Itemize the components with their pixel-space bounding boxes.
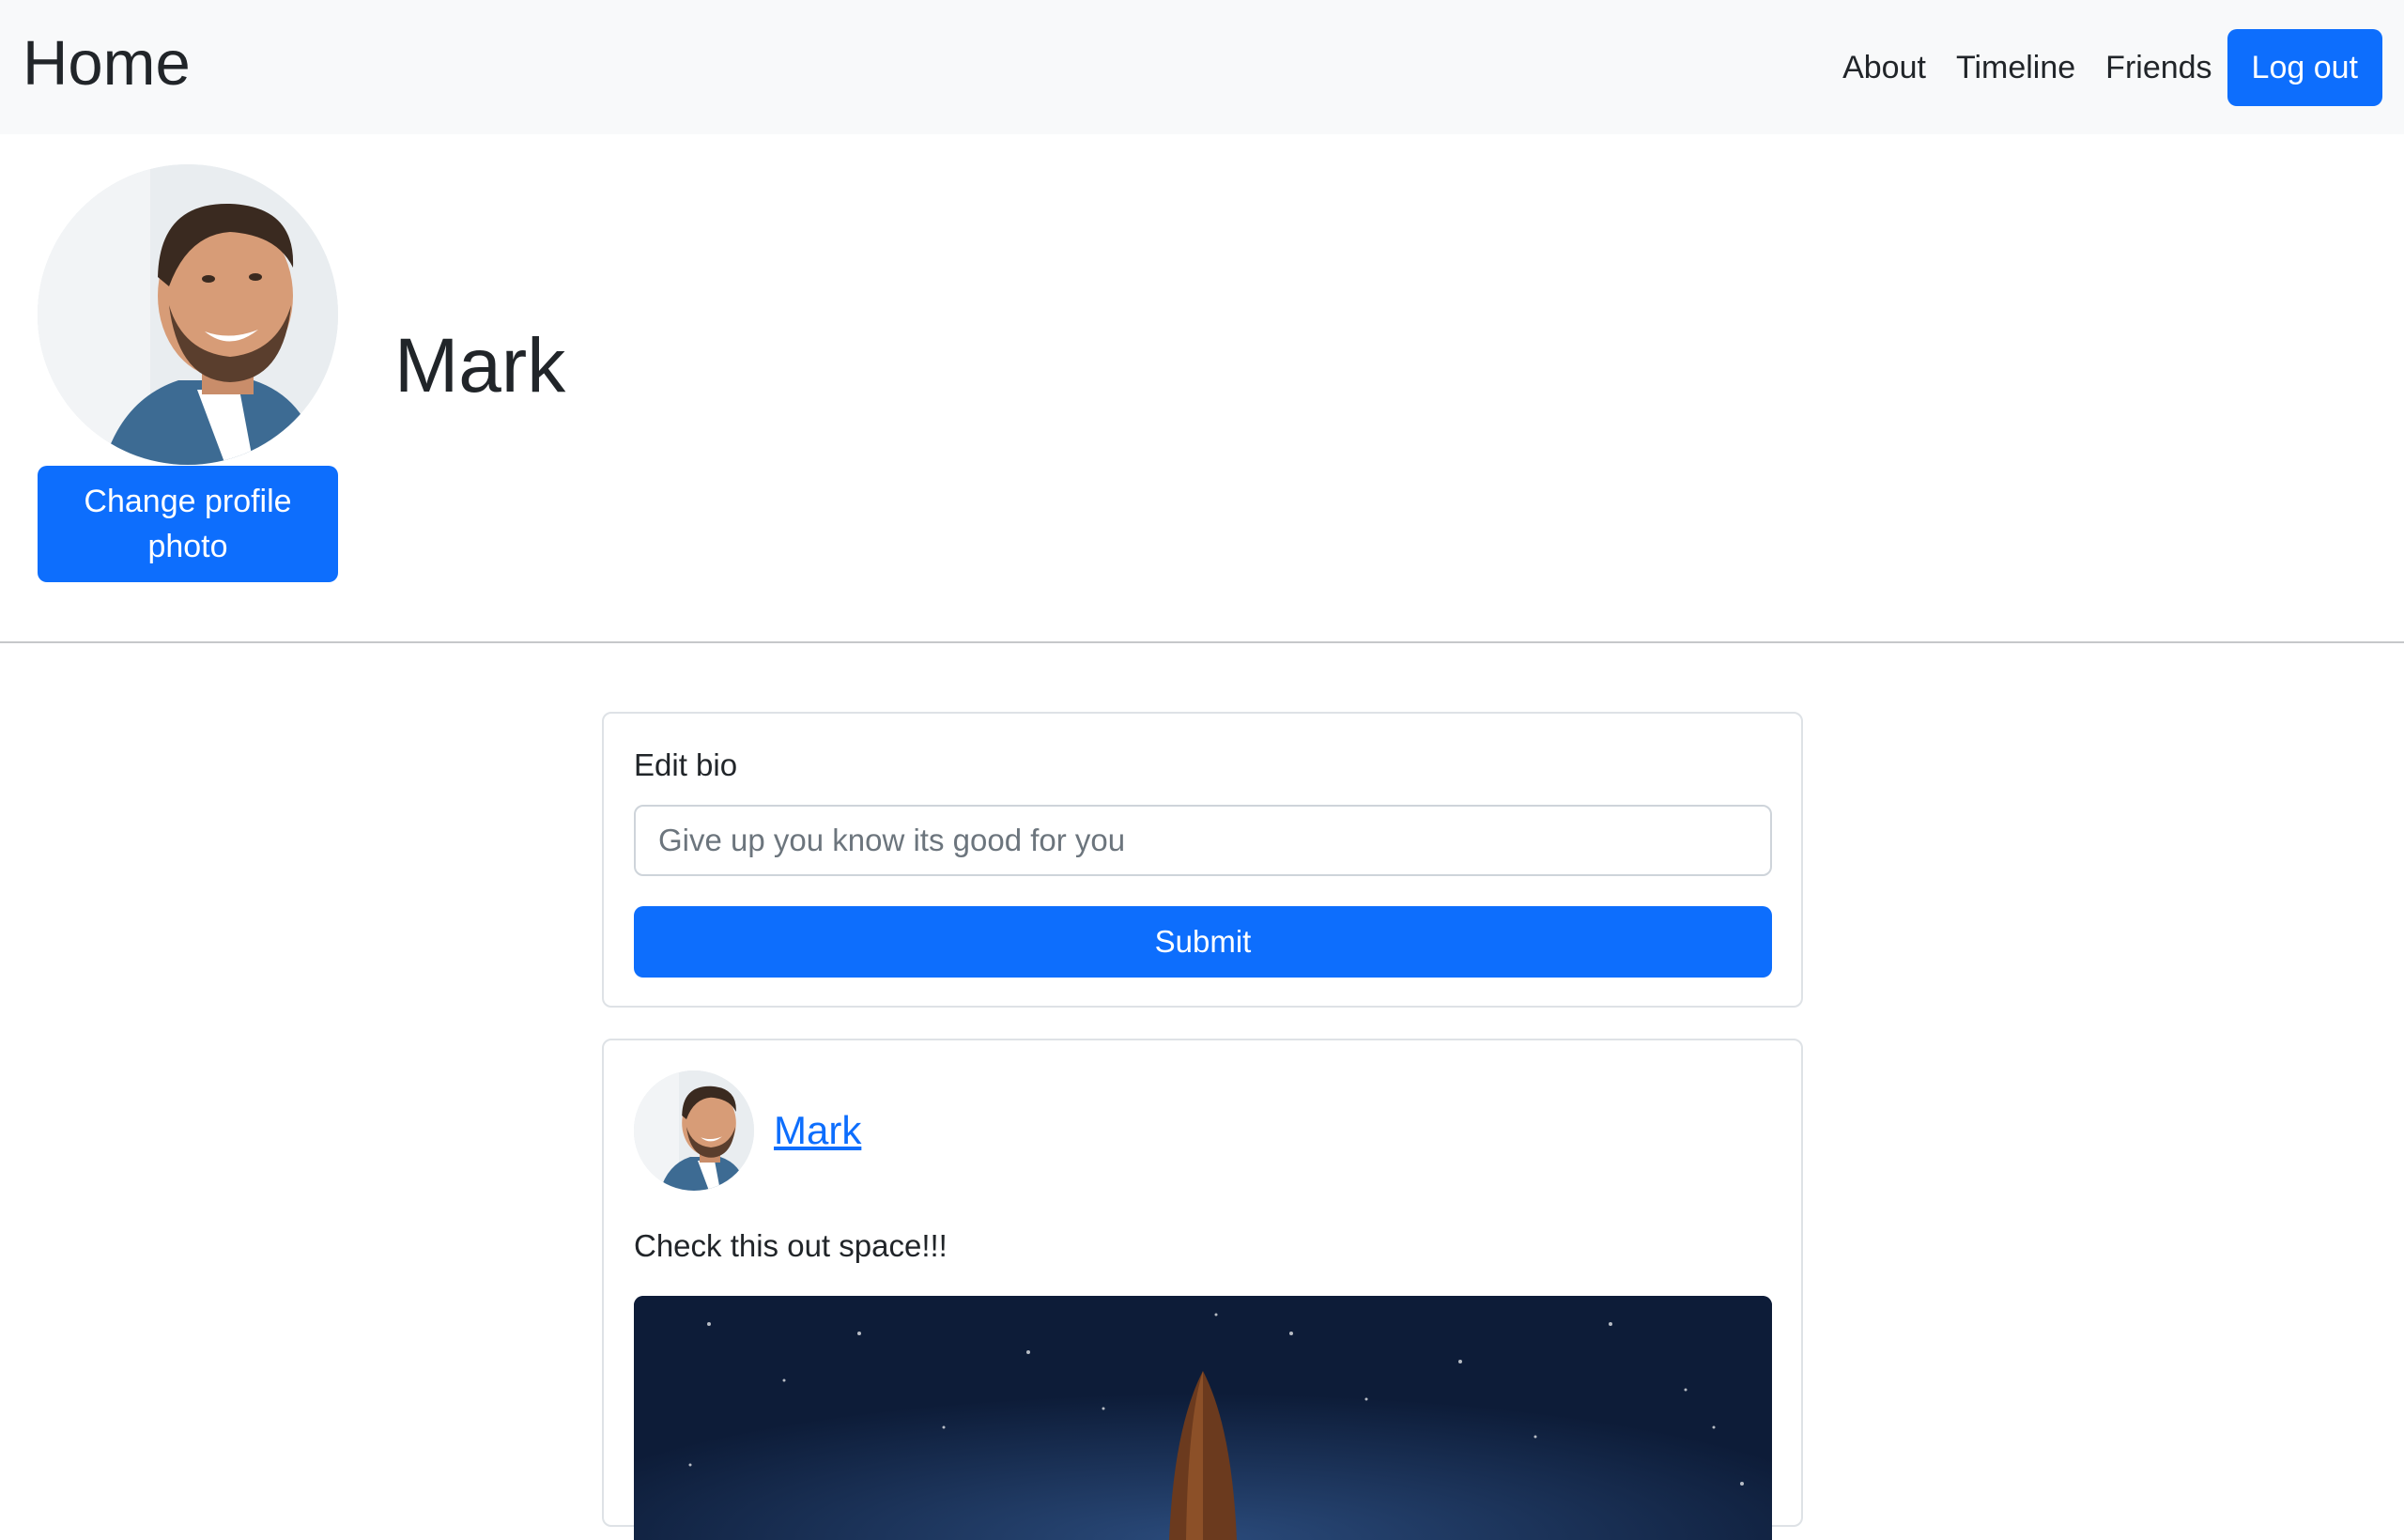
post-text: Check this out space!!! (634, 1228, 948, 1263)
edit-bio-card: Edit bio Submit (602, 712, 1803, 1008)
brand-home-link[interactable]: Home (23, 23, 191, 105)
profile-avatar (38, 164, 338, 465)
logout-button[interactable]: Log out (2227, 29, 2382, 106)
nav-links: About Timeline Friends Log out (1827, 29, 2382, 106)
profile-photo-image (38, 164, 338, 465)
navbar: Home About Timeline Friends Log out (0, 0, 2404, 134)
nav-link-about[interactable]: About (1827, 29, 1941, 106)
post-image (634, 1296, 1772, 1540)
change-profile-photo-button[interactable]: Change profile photo (38, 466, 338, 582)
bio-input[interactable] (634, 805, 1772, 876)
space-rocket-image (634, 1296, 1772, 1540)
submit-button[interactable]: Submit (634, 906, 1772, 978)
post-author-avatar[interactable] (634, 1070, 754, 1191)
divider (0, 641, 2404, 643)
post-card: Mark Check this out space!!! (602, 1039, 1803, 1540)
profile-name: Mark (394, 323, 566, 408)
edit-bio-label: Edit bio (634, 747, 738, 782)
post-avatar-image (634, 1070, 754, 1191)
nav-link-friends[interactable]: Friends (2090, 29, 2227, 106)
nav-link-timeline[interactable]: Timeline (1941, 29, 2090, 106)
post-author-link[interactable]: Mark (774, 1104, 861, 1157)
